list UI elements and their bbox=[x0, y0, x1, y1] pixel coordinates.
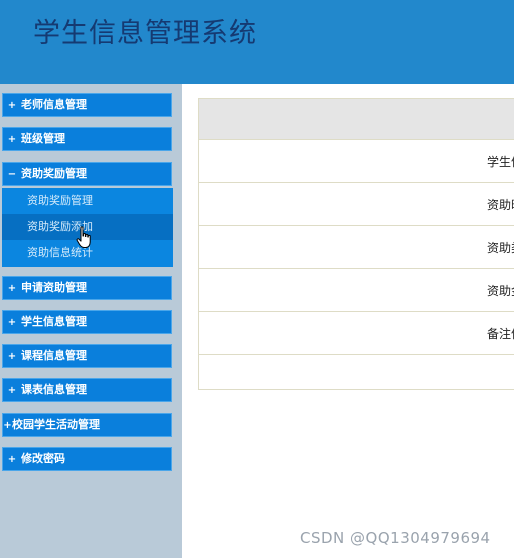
form-label: 资助金 bbox=[487, 284, 514, 298]
form-row-student: 学生信 bbox=[199, 140, 514, 183]
form-row-funding-time: 资助时 bbox=[199, 183, 514, 226]
form-row-remark: 备注信 bbox=[199, 312, 514, 355]
form-row-funding-type: 资助类 bbox=[199, 226, 514, 269]
sidebar-item-course-info[interactable]: + 课程信息管理 bbox=[2, 344, 172, 368]
app-header: 学生信息管理系统 bbox=[0, 0, 514, 84]
form-panel-header bbox=[199, 99, 514, 140]
sidebar-item-campus-activity[interactable]: +校园学生活动管理 bbox=[2, 413, 172, 437]
sidebar-item-label: 校园学生活动管理 bbox=[12, 418, 100, 431]
form-label: 备注信 bbox=[487, 327, 514, 341]
sidebar-item-label: 课表信息管理 bbox=[21, 383, 87, 396]
expand-icon: + bbox=[7, 134, 17, 145]
sidebar-item-student-info[interactable]: + 学生信息管理 bbox=[2, 310, 172, 334]
watermark: CSDN @QQ1304979694 bbox=[300, 529, 491, 547]
app-title: 学生信息管理系统 bbox=[33, 18, 257, 49]
sidebar-item-label: 课程信息管理 bbox=[21, 349, 87, 362]
sidebar: + 老师信息管理 + 班级管理 − 资助奖励管理 资助奖励管理 资助奖励添加 资助信息… bbox=[0, 84, 182, 558]
sidebar-item-teacher-info[interactable]: + 老师信息管理 bbox=[2, 93, 172, 117]
form-label: 学生信 bbox=[487, 155, 514, 169]
form-row-funding-amount: 资助金 bbox=[199, 269, 514, 312]
expand-icon: + bbox=[7, 351, 17, 362]
form-label: 资助时 bbox=[487, 198, 514, 212]
sidebar-item-apply-funding[interactable]: + 申请资助管理 bbox=[2, 276, 172, 300]
main-content: 学生信 资助时 资助类 资助金 备注信 bbox=[182, 84, 514, 558]
sidebar-item-label: 修改密码 bbox=[21, 452, 65, 465]
expand-icon: + bbox=[7, 385, 17, 396]
expand-icon: + bbox=[7, 454, 17, 465]
sidebar-item-change-password[interactable]: + 修改密码 bbox=[2, 447, 172, 471]
sidebar-item-label: 班级管理 bbox=[21, 132, 65, 145]
sidebar-item-label: 资助奖励管理 bbox=[21, 167, 87, 180]
sidebar-item-label: 学生信息管理 bbox=[21, 315, 87, 328]
hand-cursor-icon bbox=[76, 226, 91, 248]
sidebar-item-class[interactable]: + 班级管理 bbox=[2, 127, 172, 151]
form-row-actions bbox=[199, 355, 514, 389]
collapse-icon: − bbox=[7, 169, 17, 180]
form-label: 资助类 bbox=[487, 241, 514, 255]
expand-icon: + bbox=[3, 420, 12, 431]
form-panel: 学生信 资助时 资助类 资助金 备注信 bbox=[198, 98, 514, 390]
sidebar-item-funding-reward[interactable]: − 资助奖励管理 bbox=[2, 162, 172, 186]
sidebar-item-label: 老师信息管理 bbox=[21, 98, 87, 111]
sidebar-item-schedule-info[interactable]: + 课表信息管理 bbox=[2, 378, 172, 402]
sidebar-item-label: 申请资助管理 bbox=[21, 281, 87, 294]
expand-icon: + bbox=[7, 100, 17, 111]
expand-icon: + bbox=[7, 283, 17, 294]
submenu-item-funding-reward-manage[interactable]: 资助奖励管理 bbox=[2, 188, 173, 214]
expand-icon: + bbox=[7, 317, 17, 328]
